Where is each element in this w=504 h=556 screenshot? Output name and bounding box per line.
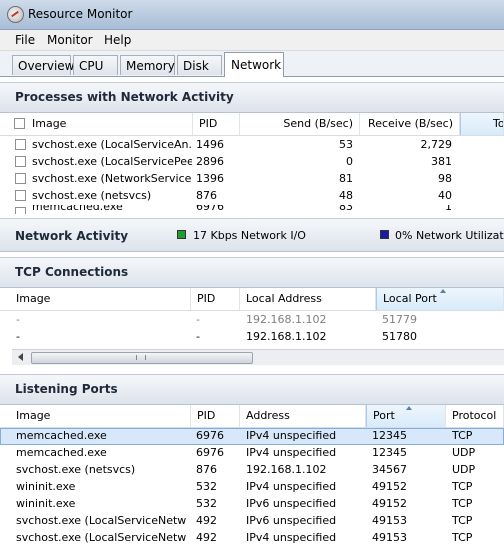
tcp-horizontal-scrollbar[interactable] [12, 349, 504, 365]
table-row[interactable]: wininit.exe 532 IPv4 unspecified 49152 T… [0, 479, 504, 496]
table-row[interactable]: svchost.exe (LocalServiceNetwo... 492 IP… [0, 530, 504, 547]
column-send[interactable]: Send (B/sec) [240, 113, 360, 135]
section-title: TCP Connections [15, 265, 129, 279]
column-pid[interactable]: PID [191, 405, 240, 427]
table-row[interactable]: memcached.exe 6976 IPv4 unspecified 1234… [0, 428, 504, 445]
title-bar[interactable]: Resource Monitor [0, 0, 504, 30]
tab-overview[interactable]: Overview [12, 55, 75, 75]
sort-ascending-icon [406, 406, 412, 410]
network-tab-content: Processes with Network Activity Image PI… [0, 77, 504, 556]
resource-monitor-icon [7, 6, 24, 23]
column-address[interactable]: Address [240, 405, 366, 427]
row-checkbox[interactable] [15, 207, 26, 214]
column-local-port[interactable]: Local Port [376, 288, 504, 310]
section-title: Processes with Network Activity [15, 90, 234, 104]
listening-column-header: Image PID Address Port Protocol [0, 405, 504, 428]
network-utilization-legend-icon [380, 230, 389, 239]
menu-help[interactable]: Help [104, 33, 131, 47]
column-local-address[interactable]: Local Address [240, 288, 376, 310]
column-protocol[interactable]: Protocol [446, 405, 504, 427]
column-pid[interactable]: PID [193, 113, 240, 135]
scroll-left-icon[interactable] [18, 353, 23, 361]
section-title: Network Activity [15, 229, 129, 243]
network-io-legend-icon [177, 230, 186, 239]
tcp-connections-header[interactable]: TCP Connections [0, 257, 504, 288]
table-row[interactable]: wininit.exe 532 IPv6 unspecified 49152 T… [0, 496, 504, 513]
row-checkbox[interactable] [15, 190, 26, 201]
column-image[interactable]: Image [10, 113, 193, 135]
menu-monitor[interactable]: Monitor [47, 33, 93, 47]
row-checkbox[interactable] [15, 139, 26, 150]
tab-network[interactable]: Network [224, 52, 284, 77]
tcp-column-header: Image PID Local Address Local Port [0, 288, 504, 311]
network-utilization-label: 0% Network Utilizatio [395, 229, 504, 242]
select-all-checkbox[interactable] [14, 118, 25, 129]
column-image[interactable]: Image [10, 288, 191, 310]
processes-column-header: Image PID Send (B/sec) Receive (B/sec) T… [0, 113, 504, 136]
column-receive[interactable]: Receive (B/sec) [360, 113, 460, 135]
table-row[interactable]: svchost.exe (NetworkService) 1396 81 98 [0, 171, 504, 188]
sort-ascending-icon [440, 289, 446, 293]
tab-cpu[interactable]: CPU [73, 55, 118, 75]
column-pid[interactable]: PID [191, 288, 240, 310]
listening-ports-header[interactable]: Listening Ports [0, 374, 504, 405]
table-row[interactable]: svchost.exe (LocalServiceNetwo... 492 IP… [0, 513, 504, 530]
window-title: Resource Monitor [28, 7, 133, 21]
table-row[interactable]: memcached.exe 6976 83 1 [0, 205, 504, 214]
network-activity-header[interactable]: Network Activity 17 Kbps Network I/O 0% … [0, 218, 504, 252]
scrollbar-thumb[interactable] [31, 352, 253, 364]
tab-memory[interactable]: Memory [120, 55, 175, 75]
column-image[interactable]: Image [10, 405, 191, 427]
tab-disk[interactable]: Disk [177, 55, 222, 75]
table-row[interactable]: - - 192.168.1.102 51780 [0, 329, 504, 346]
table-row[interactable]: svchost.exe (netsvcs) 876 48 40 [0, 188, 504, 205]
menu-file[interactable]: File [15, 33, 35, 47]
processes-section-header[interactable]: Processes with Network Activity [0, 82, 504, 113]
table-row[interactable]: memcached.exe 6976 IPv4 unspecified 1234… [0, 445, 504, 462]
network-io-label: 17 Kbps Network I/O [193, 229, 306, 242]
table-row[interactable]: - - 192.168.1.102 51779 [0, 312, 504, 329]
table-row[interactable]: svchost.exe (netsvcs) 876 192.168.1.102 … [0, 462, 504, 479]
menu-bar: File Monitor Help [0, 30, 504, 51]
row-checkbox[interactable] [15, 173, 26, 184]
table-row[interactable]: svchost.exe (LocalServiceAn... 1496 53 2… [0, 137, 504, 154]
column-port[interactable]: Port [366, 405, 446, 427]
section-title: Listening Ports [15, 382, 118, 396]
tab-bar: Overview CPU Memory Disk Network [0, 51, 504, 77]
row-checkbox[interactable] [15, 156, 26, 167]
table-row[interactable]: svchost.exe (LocalServicePee... 2896 0 3… [0, 154, 504, 171]
column-total[interactable]: To [460, 113, 504, 135]
